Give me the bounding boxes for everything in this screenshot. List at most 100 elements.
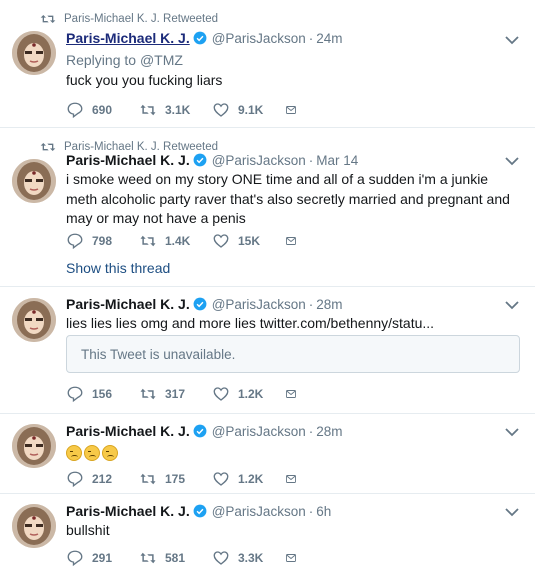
verified-badge-icon — [193, 31, 207, 45]
envelope-icon — [286, 475, 296, 483]
heart-icon — [213, 387, 229, 401]
reply-button[interactable]: 156 — [66, 385, 139, 403]
like-count: 1.2K — [238, 387, 264, 401]
tweet[interactable]: Paris-Michael K. J. @ParisJackson · 6h b… — [0, 494, 535, 571]
retweet-button[interactable]: 1.4K — [139, 232, 212, 250]
display-name[interactable]: Paris-Michael K. J. — [66, 423, 190, 439]
heart-icon — [213, 103, 229, 117]
retweet-icon — [140, 388, 156, 400]
tweet-actions: 212 175 1.2K — [66, 470, 305, 488]
direct-message-button[interactable] — [285, 385, 305, 403]
tweet[interactable]: Paris-Michael K. J. Retweeted Paris-Mich… — [0, 128, 535, 287]
timeline: Paris-Michael K. J. Retweeted Paris-Mich… — [0, 0, 535, 571]
chevron-down-icon[interactable] — [505, 507, 519, 517]
display-name[interactable]: Paris-Michael K. J. — [66, 30, 190, 46]
replying-to-handle[interactable]: @TMZ — [140, 52, 183, 68]
heart-icon — [213, 234, 229, 248]
timestamp[interactable]: 28m — [316, 297, 342, 312]
avatar[interactable] — [12, 424, 56, 468]
avatar[interactable] — [12, 159, 56, 203]
tweet[interactable]: Paris-Michael K. J. Retweeted Paris-Mich… — [0, 0, 535, 128]
like-count: 15K — [238, 234, 261, 248]
retweet-button[interactable]: 581 — [139, 549, 212, 567]
like-button[interactable]: 15K — [212, 232, 285, 250]
separator-dot: · — [308, 152, 314, 168]
tweet[interactable]: Paris-Michael K. J. @ParisJackson · 28m … — [0, 287, 535, 414]
avatar[interactable] — [12, 31, 56, 75]
avatar[interactable] — [12, 504, 56, 548]
tweet-text: fuck you you fucking liars — [66, 72, 223, 88]
reply-icon — [67, 550, 83, 567]
envelope-icon — [286, 237, 296, 245]
retweet-count: 1.4K — [165, 234, 191, 248]
display-name[interactable]: Paris-Michael K. J. — [66, 152, 190, 168]
avatar-image — [12, 424, 56, 468]
verified-badge-icon — [193, 153, 207, 167]
tweet-text: bullshit — [66, 522, 110, 538]
reply-icon — [67, 386, 83, 403]
retweet-icon — [140, 104, 156, 116]
verified-badge-icon — [193, 504, 207, 518]
direct-message-button[interactable] — [285, 232, 305, 250]
like-button[interactable]: 3.3K — [212, 549, 285, 567]
reply-button[interactable]: 212 — [66, 470, 139, 488]
like-button[interactable]: 9.1K — [212, 101, 285, 119]
retweet-button[interactable]: 3.1K — [139, 101, 212, 119]
chevron-down-icon[interactable] — [505, 427, 519, 437]
handle[interactable]: @ParisJackson — [212, 504, 306, 519]
replying-to: Replying to @TMZ — [66, 52, 183, 68]
reply-count: 798 — [92, 234, 113, 248]
separator-dot: · — [308, 423, 314, 439]
timestamp[interactable]: 6h — [316, 504, 331, 519]
quoted-tweet-unavailable[interactable]: This Tweet is unavailable. — [66, 335, 520, 373]
tweet[interactable]: Paris-Michael K. J. @ParisJackson · 28m … — [0, 414, 535, 494]
direct-message-button[interactable] — [285, 470, 305, 488]
like-count: 1.2K — [238, 472, 264, 486]
reply-count: 291 — [92, 551, 113, 565]
timestamp[interactable]: 28m — [316, 424, 342, 439]
tweet-actions: 156 317 1.2K — [66, 385, 305, 403]
retweet-button[interactable]: 175 — [139, 470, 212, 488]
retweet-icon — [140, 552, 156, 564]
avatar-image — [12, 31, 56, 75]
display-name[interactable]: Paris-Michael K. J. — [66, 296, 190, 312]
tweet-header: Paris-Michael K. J. @ParisJackson · 28m — [66, 296, 342, 312]
reply-button[interactable]: 291 — [66, 549, 139, 567]
tweet-text — [66, 443, 513, 463]
retweet-count: 581 — [165, 551, 186, 565]
display-name[interactable]: Paris-Michael K. J. — [66, 503, 190, 519]
like-count: 3.3K — [238, 551, 264, 565]
chevron-down-icon[interactable] — [505, 300, 519, 310]
handle[interactable]: @ParisJackson — [212, 424, 306, 439]
avatar[interactable] — [12, 298, 56, 342]
chevron-down-icon[interactable] — [505, 35, 519, 45]
reply-button[interactable]: 798 — [66, 232, 139, 250]
direct-message-button[interactable] — [285, 549, 305, 567]
retweet-count: 3.1K — [165, 103, 191, 117]
like-button[interactable]: 1.2K — [212, 470, 285, 488]
timestamp[interactable]: Mar 14 — [316, 153, 358, 168]
rolling-eyes-emoji — [84, 445, 100, 462]
direct-message-button[interactable] — [285, 101, 305, 119]
chevron-down-icon[interactable] — [505, 156, 519, 166]
tweet-text: lies lies lies omg and more lies twitter… — [66, 315, 435, 331]
tweet-header: Paris-Michael K. J. @ParisJackson · 24m — [66, 30, 342, 46]
rolling-eyes-emoji — [102, 445, 118, 462]
handle[interactable]: @ParisJackson — [212, 31, 306, 46]
tweet-actions: 291 581 3.3K — [66, 549, 305, 567]
handle[interactable]: @ParisJackson — [212, 153, 306, 168]
like-count: 9.1K — [238, 103, 264, 117]
timestamp[interactable]: 24m — [316, 31, 342, 46]
reply-count: 690 — [92, 103, 113, 117]
retweet-button[interactable]: 317 — [139, 385, 212, 403]
show-thread-link[interactable]: Show this thread — [66, 260, 170, 276]
retweet-icon — [140, 235, 156, 247]
separator-dot: · — [308, 296, 314, 312]
reply-button[interactable]: 690 — [66, 101, 139, 119]
like-button[interactable]: 1.2K — [212, 385, 285, 403]
handle[interactable]: @ParisJackson — [212, 297, 306, 312]
verified-badge-icon — [193, 424, 207, 438]
reply-count: 212 — [92, 472, 113, 486]
retweet-count: 175 — [165, 472, 186, 486]
replying-to-label: Replying to — [66, 52, 137, 68]
